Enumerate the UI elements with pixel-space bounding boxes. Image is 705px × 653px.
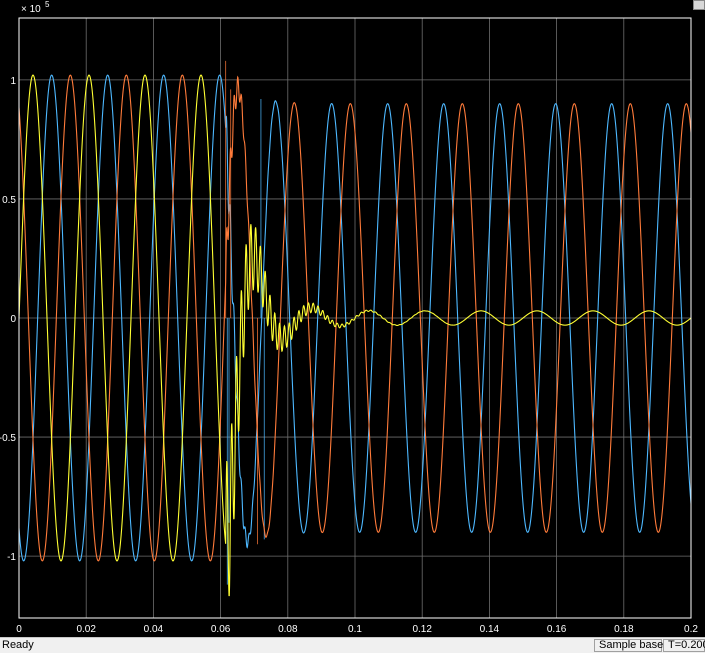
x-tick-label: 0.12 [412, 624, 432, 635]
x-tick-label: 0.1 [348, 624, 362, 635]
x-tick-label: 0.14 [480, 624, 500, 635]
y-exponent-label: × 10 [21, 4, 41, 15]
y-exponent-power: 5 [45, 0, 50, 9]
sample-mode-indicator: Sample based [594, 639, 669, 652]
status-bar: Ready Sample based T=0.200 [0, 637, 705, 653]
scope-display: 0 0.02 0.04 0.06 0.08 0.1 0.12 0.14 0.16 0.18 0.2 -… [0, 0, 705, 637]
y-tick-label: -1 [7, 552, 16, 563]
maximize-button[interactable] [693, 0, 705, 10]
status-ready: Ready [2, 639, 34, 651]
x-tick-label: 0.2 [684, 624, 698, 635]
y-tick-label: -0.5 [0, 433, 16, 444]
y-tick-label: 0 [10, 314, 16, 325]
x-tick-label: 0 [16, 624, 22, 635]
y-tick-label: 0.5 [2, 195, 16, 206]
simulation-time: T=0.200 [663, 639, 705, 652]
y-tick-label: 1 [10, 76, 16, 87]
x-tick-label: 0.06 [211, 624, 231, 635]
x-tick-label: 0.04 [144, 624, 164, 635]
x-tick-label: 0.02 [76, 624, 96, 635]
x-tick-label: 0.18 [614, 624, 634, 635]
plot-area[interactable]: 0 0.02 0.04 0.06 0.08 0.1 0.12 0.14 0.16 0.18 0.2 -… [0, 0, 705, 637]
x-tick-label: 0.16 [547, 624, 567, 635]
x-tick-label: 0.08 [278, 624, 298, 635]
tick-labels: 0 0.02 0.04 0.06 0.08 0.1 0.12 0.14 0.16 0.18 0.2 -… [0, 0, 698, 635]
